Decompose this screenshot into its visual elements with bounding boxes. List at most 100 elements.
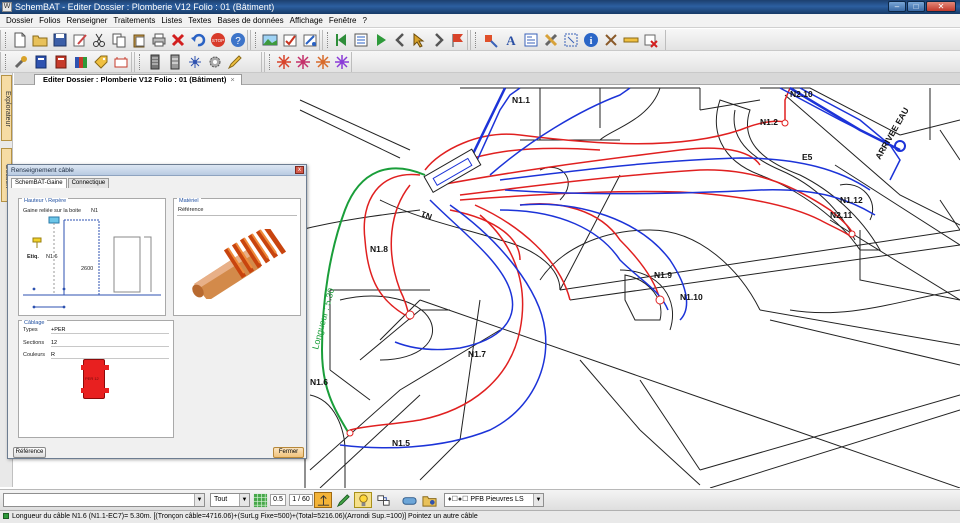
pointer-icon[interactable]: [410, 31, 428, 49]
menu-dossier[interactable]: Dossier: [3, 14, 36, 28]
height-value[interactable]: 2600: [81, 266, 93, 273]
menu-fenetre[interactable]: Fenêtre: [326, 14, 360, 28]
label-e5: E5: [802, 152, 813, 162]
line-width-field[interactable]: 0.5: [270, 494, 286, 506]
menu-traitements[interactable]: Traitements: [110, 14, 158, 28]
select-icon[interactable]: [561, 31, 580, 49]
lightbulb-icon[interactable]: [354, 492, 372, 508]
etiquette-value[interactable]: N1.6: [46, 254, 58, 261]
dock-tab-explorateur[interactable]: Explorateur: [1, 75, 12, 141]
chevron-down-icon[interactable]: ▼: [533, 494, 543, 506]
toolbar-file-group: STOP ?: [0, 30, 248, 50]
dimension-icon[interactable]: [314, 492, 332, 508]
copy-icon[interactable]: [110, 31, 129, 49]
previous-icon[interactable]: [391, 31, 409, 49]
menu-renseigner[interactable]: Renseigner: [63, 14, 110, 28]
edit-icon[interactable]: [70, 31, 89, 49]
sections-field[interactable]: 12: [51, 339, 169, 347]
check-icon[interactable]: [281, 31, 300, 49]
main-toolbar: STOP ? A i: [0, 29, 960, 51]
fermer-button[interactable]: Fermer: [273, 447, 304, 458]
scope-combo[interactable]: Tout ▼: [210, 493, 250, 507]
paste-icon[interactable]: [129, 31, 148, 49]
layer-combo[interactable]: ▼: [3, 493, 205, 507]
fireworks-icon[interactable]: [275, 53, 293, 71]
tab-connectique[interactable]: Connectique: [67, 178, 110, 188]
chevron-down-icon[interactable]: ▼: [239, 494, 249, 506]
close-button[interactable]: ✕: [926, 1, 956, 12]
cloud-icon[interactable]: [400, 492, 418, 508]
menu-help[interactable]: ?: [359, 14, 369, 28]
erase-icon[interactable]: [641, 31, 660, 49]
couleurs-field[interactable]: R: [51, 351, 169, 359]
undo-icon[interactable]: [189, 31, 208, 49]
menu-textes[interactable]: Textes: [185, 14, 214, 28]
minimize-button[interactable]: –: [888, 1, 906, 12]
tag-icon[interactable]: [91, 53, 110, 71]
document-tab[interactable]: Editer Dossier : Plomberie V12 Folio : 0…: [34, 74, 242, 85]
layers-icon[interactable]: [374, 492, 392, 508]
properties-icon[interactable]: [300, 31, 319, 49]
open-folder-icon[interactable]: [31, 31, 50, 49]
close-tab-icon[interactable]: ×: [230, 75, 234, 84]
label-n1-1: N1.1: [512, 95, 530, 105]
save-icon[interactable]: [50, 31, 69, 49]
stop-icon[interactable]: STOP: [208, 31, 227, 49]
scale-field[interactable]: 1 / 60: [289, 494, 313, 506]
pencil-icon[interactable]: [225, 53, 244, 71]
network-icon[interactable]: [185, 53, 204, 71]
blue-pipes: [339, 87, 901, 449]
menu-folios[interactable]: Folios: [36, 14, 63, 28]
brush-icon[interactable]: [481, 31, 500, 49]
landscape-icon[interactable]: [261, 31, 280, 49]
layer-selector-value: PFB Pieuvres LS: [470, 496, 524, 503]
cabinet-icon[interactable]: [145, 53, 164, 71]
image-icon[interactable]: [521, 31, 540, 49]
print-icon[interactable]: [149, 31, 168, 49]
text-icon[interactable]: A: [501, 31, 520, 49]
tab-schembat-gaine[interactable]: SchemBAT-Gaine: [11, 178, 67, 188]
list-icon[interactable]: [352, 31, 370, 49]
dialog-title-bar[interactable]: Renseignement câble x: [8, 165, 306, 176]
cross-icon[interactable]: [601, 31, 620, 49]
rule-icon[interactable]: [621, 31, 640, 49]
cut-icon[interactable]: [90, 31, 109, 49]
maximize-button[interactable]: □: [907, 1, 925, 12]
reference-button[interactable]: Référence: [13, 447, 46, 458]
gear-icon[interactable]: [205, 53, 224, 71]
green-pencil-icon[interactable]: [334, 492, 352, 508]
cable-swatch-text: PER 12: [85, 376, 99, 381]
first-page-icon[interactable]: [333, 31, 351, 49]
dialog-close-button[interactable]: x: [295, 166, 304, 174]
menu-affichage[interactable]: Affichage: [287, 14, 326, 28]
play-icon[interactable]: [372, 31, 390, 49]
grid-icon[interactable]: [251, 492, 269, 508]
cable-color-swatch: PER 12: [81, 359, 109, 399]
star-icon[interactable]: [333, 53, 351, 71]
menu-bases-de-donnees[interactable]: Bases de données: [214, 14, 286, 28]
window-controls: – □ ✕: [888, 1, 956, 13]
next-icon[interactable]: [429, 31, 447, 49]
chevron-down-icon[interactable]: ▼: [194, 494, 204, 506]
wrench-icon[interactable]: [11, 53, 30, 71]
books-icon[interactable]: [71, 53, 90, 71]
book-blue-icon[interactable]: [31, 53, 50, 71]
fireworks3-icon[interactable]: [313, 53, 331, 71]
cabinet2-icon[interactable]: [165, 53, 184, 71]
flag-icon[interactable]: [449, 31, 467, 49]
tools-icon[interactable]: [541, 31, 560, 49]
label-n1-8: N1.8: [370, 244, 388, 254]
label-n1-6: N1.6: [310, 377, 328, 387]
new-document-icon[interactable]: [11, 31, 30, 49]
menu-listes[interactable]: Listes: [158, 14, 185, 28]
types-field[interactable]: +PER: [51, 326, 169, 334]
folder-icon[interactable]: [420, 492, 438, 508]
delete-icon[interactable]: [169, 31, 188, 49]
fireworks2-icon[interactable]: [294, 53, 312, 71]
layer-selector-combo[interactable]: ♦☐●☐ PFB Pieuvres LS ▼: [444, 493, 544, 507]
label-n2-11: N2.11: [830, 210, 852, 220]
book-red-icon[interactable]: [51, 53, 70, 71]
info-icon[interactable]: i: [581, 31, 600, 49]
components-icon[interactable]: [111, 53, 130, 71]
help-icon[interactable]: ?: [228, 31, 247, 49]
